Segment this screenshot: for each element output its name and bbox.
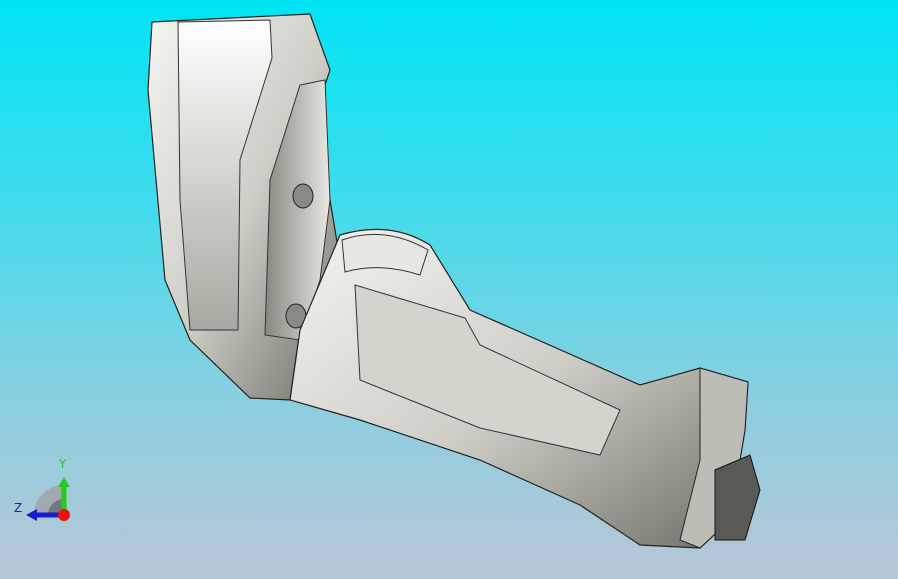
y-axis-label: Y <box>59 457 67 471</box>
x-axis-dot <box>58 509 70 521</box>
z-axis-arrowhead <box>26 509 37 521</box>
orientation-triad: Y Z <box>10 455 80 525</box>
z-axis-label: Z <box>14 501 23 515</box>
screw-hole-top <box>292 183 314 209</box>
connector <box>714 454 761 541</box>
y-axis-arrowhead <box>58 477 70 487</box>
scanner-model[interactable] <box>0 0 898 579</box>
3d-viewport[interactable]: Y Z <box>0 0 898 579</box>
